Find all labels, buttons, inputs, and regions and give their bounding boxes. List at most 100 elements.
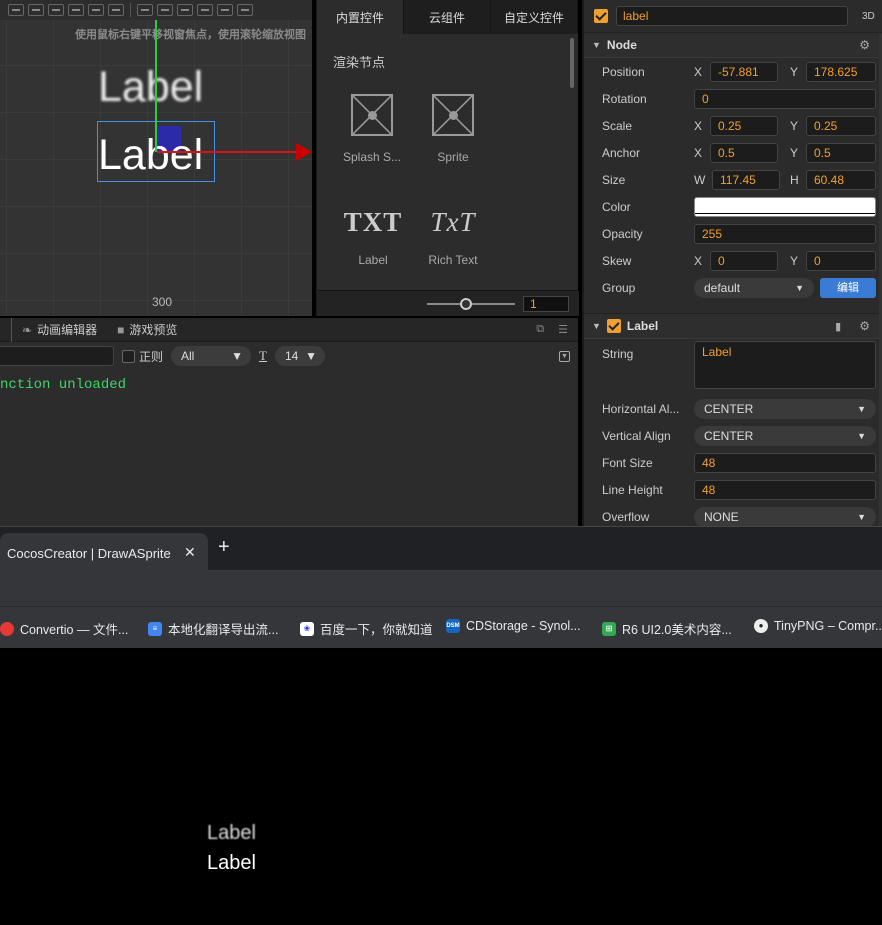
bookmark-tinypng[interactable]: ● TinyPNG – Compr... (754, 619, 882, 633)
widget-rich-text[interactable]: TxT Rich Text (418, 201, 488, 267)
browser-tab[interactable]: CocosCreator | DrawASprite ✕ (0, 533, 208, 571)
scale-x-input[interactable]: 0.25 (710, 115, 778, 136)
bookmark-label: TinyPNG – Compr... (774, 619, 882, 633)
section-title: Node (606, 38, 637, 52)
overflow-select[interactable]: NONE ▼ (694, 506, 876, 526)
regex-toggle[interactable]: 正则 (122, 348, 163, 365)
toolbar-divider (130, 3, 131, 17)
font-size-value: 14 (284, 349, 299, 363)
tab-console[interactable] (0, 317, 12, 342)
gear-icon[interactable]: ⚙ (859, 38, 870, 52)
distribute-right-icon[interactable] (237, 4, 253, 16)
bookmark-baidu[interactable]: ❀ 百度一下，你就知道 (300, 619, 433, 638)
regex-checkbox[interactable] (122, 349, 135, 363)
distribute-left-icon[interactable] (197, 4, 213, 16)
node-name-input[interactable]: label (616, 6, 848, 26)
skew-x-input[interactable]: 0 (710, 250, 778, 271)
anchor-y-input[interactable]: 0.5 (806, 142, 876, 163)
opacity-input[interactable]: 255 (694, 223, 876, 244)
menu-icon[interactable]: ☰ (558, 323, 568, 336)
scene-view[interactable]: 使用鼠标右键平移视窗焦点，使用滚轮缩放视图 Label Label 300 (0, 0, 312, 316)
widget-splash-sprite[interactable]: Splash S... (337, 94, 407, 164)
tab-builtin-widgets[interactable]: 内置控件 (317, 0, 404, 34)
align-top-icon[interactable] (68, 4, 84, 16)
align-right-icon[interactable] (48, 4, 64, 16)
tab-custom-widgets[interactable]: 自定义控件 (491, 0, 578, 34)
bookmark-r6-ui[interactable]: ⊞ R6 UI2.0美术内容... (602, 619, 732, 638)
chevron-down-icon: ▼ (857, 511, 866, 522)
log-level-select[interactable]: All ▼ (171, 346, 252, 366)
gear-icon[interactable]: ⚙ (859, 319, 870, 333)
widget-label[interactable]: TXT Label (338, 201, 408, 267)
distribute-middle-icon[interactable] (157, 4, 173, 16)
color-swatch[interactable] (694, 196, 876, 217)
group-edit-button[interactable]: 编辑 (820, 277, 876, 298)
align-left-icon[interactable] (8, 4, 24, 16)
collapse-icon[interactable]: ▼ (559, 350, 570, 362)
3d-toggle[interactable]: 3D (862, 11, 875, 22)
anchor-row: Anchor X 0.5 Y 0.5 (584, 139, 882, 166)
game-preview-canvas[interactable]: Label Label (0, 648, 882, 925)
console-log-line: nction unloaded (0, 377, 127, 393)
font-size-select[interactable]: 14 ▼ (274, 346, 325, 366)
scale-y-input[interactable]: 0.25 (806, 115, 876, 136)
gizmo-x-axis[interactable] (157, 151, 297, 153)
distribute-top-icon[interactable] (137, 4, 153, 16)
size-row: Size W 117.45 H 60.48 (584, 166, 882, 193)
label-section-header[interactable]: ▼ Label ▮ ⚙ (584, 313, 882, 339)
tab-game-preview[interactable]: ■ 游戏预览 (107, 318, 187, 342)
gizmo-x-arrow-icon[interactable] (296, 143, 312, 161)
prop-label: Overflow (602, 509, 650, 524)
align-middle-icon[interactable] (88, 4, 104, 16)
label-enabled-checkbox[interactable] (606, 319, 621, 333)
tab-animation-editor[interactable]: ❧ 动画编辑器 (12, 318, 107, 342)
bookmark-localization[interactable]: ≡ 本地化翻译导出流... (148, 619, 278, 638)
help-book-icon[interactable]: ▮ (835, 320, 841, 333)
preview-label-sharp: Label (207, 852, 256, 874)
align-center-icon[interactable] (28, 4, 44, 16)
distribute-center-icon[interactable] (217, 4, 233, 16)
scene-label-blurry[interactable]: Label (98, 66, 203, 109)
group-select[interactable]: default ▼ (694, 277, 814, 298)
widget-sprite[interactable]: Sprite (418, 94, 488, 164)
console-search-input[interactable] (0, 346, 114, 366)
distribute-bottom-icon[interactable] (177, 4, 193, 16)
library-scrollbar[interactable] (570, 38, 574, 88)
prop-label: Anchor (602, 145, 641, 160)
sheet-icon: ⊞ (602, 621, 616, 636)
position-y-input[interactable]: 178.625 (806, 61, 876, 82)
halign-value: CENTER (704, 401, 754, 416)
skew-row: Skew X 0 Y 0 (584, 247, 882, 274)
bookmark-convertio[interactable]: Convertio — 文件... (0, 619, 128, 638)
halign-select[interactable]: CENTER ▼ (694, 398, 876, 419)
size-h-input[interactable]: 60.48 (806, 169, 876, 190)
axis-w-label: W (694, 172, 706, 187)
bookmark-cdstorage[interactable]: DSM CDStorage - Synol... (446, 619, 581, 633)
zoom-input[interactable]: 1 (523, 296, 569, 312)
skew-y-input[interactable]: 0 (806, 250, 876, 271)
axis-y-label: Y (790, 118, 799, 133)
node-section-header[interactable]: ▼ Node ⚙ (584, 32, 882, 58)
anchor-x-input[interactable]: 0.5 (710, 142, 778, 163)
line-height-input[interactable]: 48 (694, 479, 876, 500)
new-tab-icon[interactable]: + (218, 536, 230, 559)
tab-label: 游戏预览 (129, 323, 178, 337)
valign-value: CENTER (704, 428, 754, 443)
align-bottom-icon[interactable] (108, 4, 124, 16)
tab-cloud-widgets[interactable]: 云组件 (404, 0, 491, 34)
string-textarea[interactable]: Label (694, 341, 876, 389)
rotation-input[interactable]: 0 (694, 88, 876, 109)
popout-icon[interactable]: ⧉ (536, 323, 544, 336)
size-w-input[interactable]: 117.45 (712, 169, 780, 190)
console-tabs: ❧ 动画编辑器 ■ 游戏预览 ⧉ ☰ (0, 317, 578, 342)
axis-y-label: Y (790, 145, 799, 160)
node-active-checkbox[interactable] (594, 9, 608, 23)
valign-select[interactable]: CENTER ▼ (694, 425, 876, 446)
gizmo-y-axis[interactable] (155, 20, 157, 152)
widget-caption: Rich Text (428, 253, 478, 267)
browser-toolbar (0, 570, 882, 606)
font-size-input[interactable]: 48 (694, 452, 876, 473)
zoom-slider-handle[interactable] (460, 298, 472, 310)
position-x-input[interactable]: -57.881 (710, 61, 778, 82)
close-icon[interactable]: ✕ (184, 544, 196, 561)
